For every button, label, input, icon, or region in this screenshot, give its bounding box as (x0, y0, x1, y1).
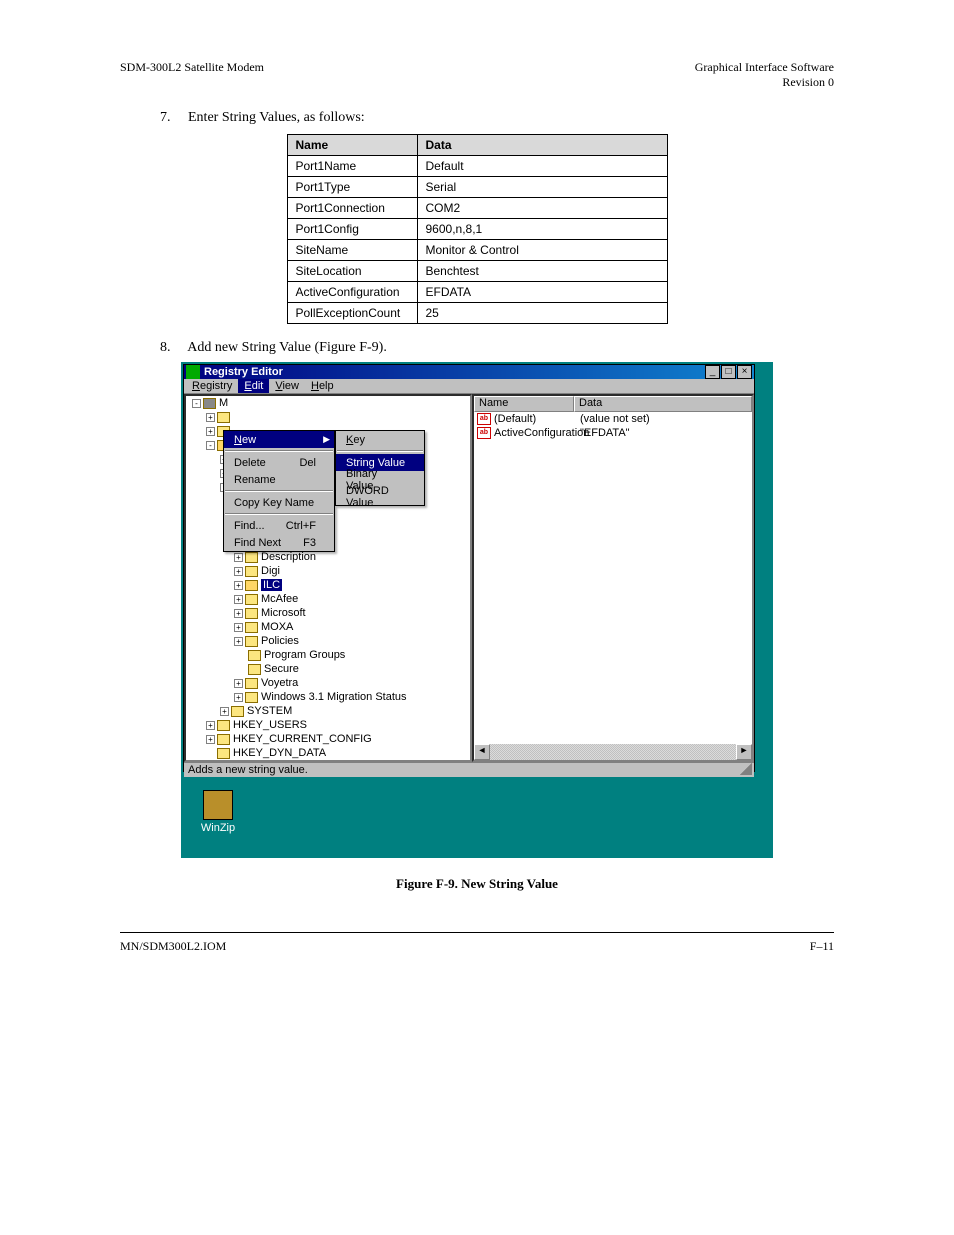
table-row: PollExceptionCount25 (287, 303, 667, 324)
page-header: SDM-300L2 Satellite Modem Graphical Inte… (120, 60, 834, 90)
menu-edit[interactable]: Edit (238, 379, 269, 393)
tree-item[interactable]: McAfee (261, 593, 298, 605)
table-row: Port1Config9600,n,8,1 (287, 219, 667, 240)
table-head-data: Data (417, 135, 667, 156)
table-head-name: Name (287, 135, 417, 156)
resize-grip-icon[interactable] (740, 763, 752, 775)
menu-copy-key-name[interactable]: Copy Key Name (224, 494, 334, 511)
instruction-7: 7. Enter String Values, as follows: (160, 110, 834, 126)
tree-item[interactable]: Secure (264, 663, 299, 675)
submenu-arrow-icon: ▶ (323, 434, 330, 445)
menu-registry[interactable]: Registry (186, 379, 238, 393)
maximize-button[interactable]: □ (721, 365, 736, 379)
menu-find-next[interactable]: Find NextF3 (224, 534, 334, 551)
figure-caption: Figure F-9. New String Value (120, 876, 834, 892)
tree-item-selected[interactable]: ILC (261, 579, 282, 591)
tree-item[interactable]: Digi (261, 565, 280, 577)
table-row: SiteNameMonitor & Control (287, 240, 667, 261)
table-row: Port1TypeSerial (287, 177, 667, 198)
horizontal-scrollbar[interactable]: ◄ ► (474, 744, 752, 760)
submenu-dword-value[interactable]: DWORD Value (336, 488, 424, 505)
desktop-icon-winzip[interactable]: WinZip (193, 790, 243, 834)
tree-item[interactable]: SYSTEM (247, 705, 292, 717)
header-right-bottom: Revision 0 (782, 75, 834, 89)
minimize-button[interactable]: _ (705, 365, 720, 379)
table-row: SiteLocationBenchtest (287, 261, 667, 282)
menubar: Registry Edit View Help (184, 379, 754, 394)
tree-item[interactable]: M (219, 397, 228, 409)
table-row: Port1ConnectionCOM2 (287, 198, 667, 219)
titlebar[interactable]: Registry Editor _ □ × (184, 365, 754, 379)
desktop-icon-label: WinZip (193, 822, 243, 834)
menu-find[interactable]: Find...Ctrl+F (224, 517, 334, 534)
tree-item[interactable]: Windows 3.1 Migration Status (261, 691, 407, 703)
tree-item[interactable]: HKEY_USERS (233, 719, 307, 731)
winzip-icon (203, 790, 233, 820)
list-header: Name Data (474, 396, 752, 412)
scroll-left-icon[interactable]: ◄ (474, 744, 490, 760)
tree-item[interactable]: HKEY_DYN_DATA (233, 747, 326, 759)
desktop-area: Registry Editor _ □ × Registry Edit View… (181, 362, 773, 858)
instruction-8: 8. Add new String Value (Figure F-9). (160, 340, 834, 356)
header-right-top: Graphical Interface Software (695, 60, 834, 74)
string-icon: ab (477, 413, 491, 425)
menu-rename[interactable]: Rename (224, 471, 334, 488)
status-text: Adds a new string value. (188, 764, 308, 776)
registry-editor-window: Registry Editor _ □ × Registry Edit View… (183, 364, 755, 772)
statusbar: Adds a new string value. (184, 762, 754, 777)
submenu-key[interactable]: Key (336, 431, 424, 448)
scroll-right-icon[interactable]: ► (736, 744, 752, 760)
tree-item[interactable]: Program Groups (264, 649, 345, 661)
footer-right: F–11 (810, 939, 834, 954)
menu-view[interactable]: View (269, 379, 305, 393)
table-row: Port1NameDefault (287, 156, 667, 177)
close-button[interactable]: × (737, 365, 752, 379)
col-data[interactable]: Data (574, 396, 752, 412)
header-left: SDM-300L2 Satellite Modem (120, 60, 264, 90)
new-submenu: Key String Value Binary Value DWORD Valu… (335, 430, 425, 506)
tree-item[interactable]: Microsoft (261, 607, 306, 619)
table-row: ActiveConfigurationEFDATA (287, 282, 667, 303)
tree-item[interactable]: HKEY_CURRENT_CONFIG (233, 733, 372, 745)
window-title: Registry Editor (204, 366, 705, 378)
menu-delete[interactable]: DeleteDel (224, 454, 334, 471)
edit-menu: New▶ DeleteDel Rename Copy Key Name Find… (223, 430, 335, 552)
list-item[interactable]: ab ActiveConfiguration "EFDATA" (474, 426, 752, 440)
footer-left: MN/SDM300L2.IOM (120, 939, 226, 954)
tree-item[interactable]: MOXA (261, 621, 293, 633)
menu-new[interactable]: New▶ (224, 431, 334, 448)
expand-icon[interactable]: - (192, 399, 201, 408)
string-values-table: NameData Port1NameDefault Port1TypeSeria… (287, 134, 668, 324)
tree-item[interactable]: Policies (261, 635, 299, 647)
page-footer: MN/SDM300L2.IOM F–11 (120, 939, 834, 954)
tree-item[interactable]: Description (261, 551, 316, 563)
string-icon: ab (477, 427, 491, 439)
folder-icon (217, 412, 230, 423)
col-name[interactable]: Name (474, 396, 574, 412)
tree-item[interactable]: Voyetra (261, 677, 298, 689)
computer-icon (203, 398, 216, 409)
values-pane[interactable]: Name Data ab (Default) (value not set) a… (472, 394, 754, 762)
menu-help[interactable]: Help (305, 379, 340, 393)
app-icon (186, 365, 200, 379)
list-item[interactable]: ab (Default) (value not set) (474, 412, 752, 426)
